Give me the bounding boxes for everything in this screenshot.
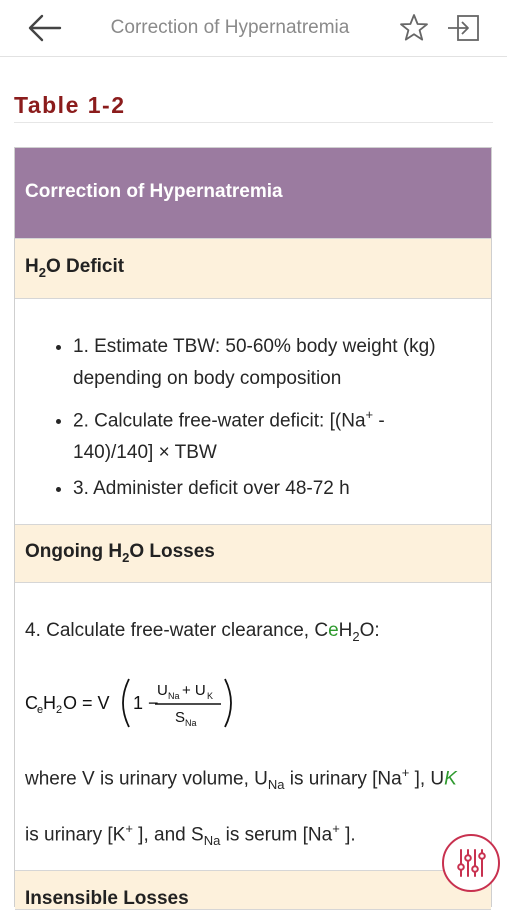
exit-button[interactable] <box>446 12 482 44</box>
step-text: O: <box>359 620 380 641</box>
formula-explanation: where V is urinary volume, UNa is urinar… <box>25 751 481 863</box>
section-body-ongoing-losses: 4. Calculate free-water clearance, CeH2O… <box>15 583 491 870</box>
subscript: 2 <box>352 628 360 644</box>
back-button[interactable] <box>26 10 66 46</box>
item-text: 2. Calculate free-water deficit: [(Na <box>73 410 366 432</box>
explanation-text: where V is urinary volume, U <box>25 768 268 790</box>
superscript: + <box>365 407 374 422</box>
formula-denominator-s: S <box>175 709 185 726</box>
content-table: Correction of Hypernatremia H2O Deficit … <box>14 147 492 910</box>
heading-text: O Losses <box>129 541 215 562</box>
formula-numerator-plus-u: + U <box>182 682 206 699</box>
heading-text: Ongoing H <box>25 541 123 562</box>
favorite-button[interactable] <box>398 12 430 44</box>
subscript: Na <box>267 776 285 792</box>
list-item: 3. Administer deficit over 48-72 h <box>73 473 467 505</box>
step-text: 4. Calculate free-water clearance, C <box>25 620 329 641</box>
explanation-text: ], U <box>409 768 445 790</box>
explanation-text: ]. <box>339 824 356 846</box>
formula-numerator-u: U <box>157 682 168 699</box>
heading-subscript: 2 <box>38 264 46 280</box>
list-item: 1. Estimate TBW: 50-60% body weight (kg)… <box>73 331 467 395</box>
subscript: Na <box>203 833 221 849</box>
formula-lhs-o: O = V <box>63 693 110 713</box>
list-item: 2. Calculate free-water deficit: [(Na+ -… <box>73 399 467 469</box>
formula-numerator-na: Na <box>168 691 180 701</box>
explanation-text: ], and S <box>132 824 204 846</box>
divider <box>14 122 493 123</box>
step-text: H <box>338 620 353 641</box>
section-heading-ongoing-losses: Ongoing H2O Losses <box>15 524 491 583</box>
formula-right-paren <box>224 678 232 728</box>
heading-text: O Deficit <box>45 256 125 277</box>
green-k: K <box>444 768 457 790</box>
subscript-e: e <box>328 620 339 641</box>
exit-icon <box>448 15 479 41</box>
adjust-settings-button[interactable] <box>442 834 500 892</box>
explanation-text: is urinary [K <box>25 824 126 846</box>
table-number-heading: Table 1-2 <box>14 92 126 118</box>
formula-left-paren <box>122 678 130 728</box>
formula-one-minus: 1 − <box>133 693 159 713</box>
sliders-icon <box>457 849 486 877</box>
formula-lhs-2: 2 <box>56 704 62 716</box>
formula-lhs-h: H <box>43 693 56 713</box>
superscript: + <box>332 820 340 836</box>
screen-title: Correction of Hypernatremia <box>110 17 350 38</box>
star-outline-icon <box>400 14 428 41</box>
heading-text: H <box>25 256 39 277</box>
step-list: 1. Estimate TBW: 50-60% body weight (kg)… <box>51 331 467 505</box>
step-4-text: 4. Calculate free-water clearance, CeH2O… <box>25 619 481 649</box>
section-heading-insensible-losses: Insensible Losses <box>15 870 491 910</box>
section-body-h2o-deficit: 1. Estimate TBW: 50-60% body weight (kg)… <box>15 299 491 524</box>
top-bar: Correction of Hypernatremia <box>0 0 507 57</box>
formula-numerator-k: K <box>207 691 213 701</box>
explanation-text: is urinary [Na <box>284 768 402 790</box>
free-water-clearance-formula: C e H 2 O = V 1 − U Na + U K S Na <box>25 673 481 733</box>
section-heading-h2o-deficit: H2O Deficit <box>15 238 491 299</box>
table-title: Correction of Hypernatremia <box>15 148 491 238</box>
superscript: + <box>125 820 133 836</box>
formula-graphic: C e H 2 O = V 1 − U Na + U K S Na <box>25 678 232 728</box>
explanation-text: is serum [Na <box>220 824 333 846</box>
arrow-left-icon <box>28 14 62 42</box>
formula-denominator-na: Na <box>185 718 197 728</box>
